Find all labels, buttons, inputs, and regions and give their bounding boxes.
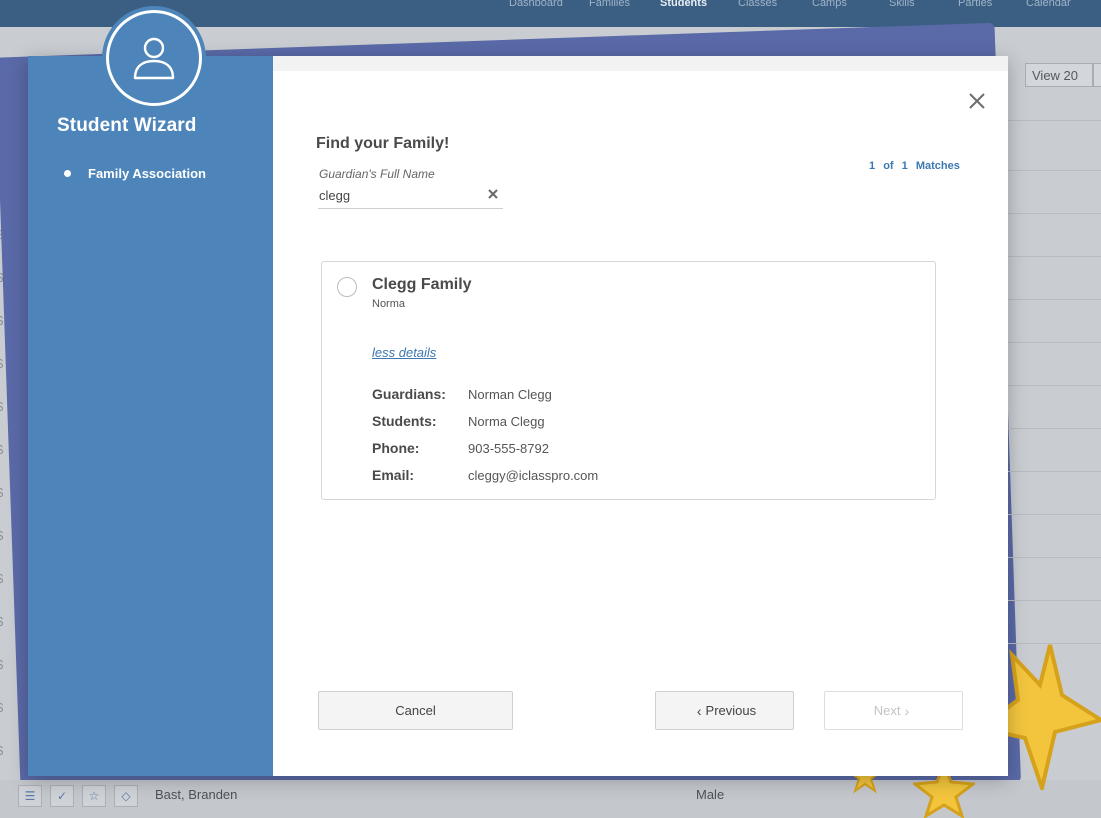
wizard-sidebar: Student Wizard Family Association (28, 10, 273, 776)
detail-value: cleggy@iclasspro.com (468, 468, 599, 483)
close-button[interactable] (965, 89, 989, 113)
nav-parties[interactable]: Parties (958, 0, 992, 9)
nav-students[interactable]: Students (660, 0, 707, 9)
clear-icon (488, 189, 498, 199)
match-label: Matches (915, 160, 960, 172)
view-count-select-edge[interactable] (1093, 63, 1101, 87)
close-icon (969, 93, 985, 109)
match-of: of (883, 160, 894, 172)
step-label: Family Association (88, 166, 206, 181)
student-wizard-modal: Student Wizard Family Association Find y… (28, 10, 1008, 776)
wizard-content: Find your Family! Guardian's Full Name 1… (273, 56, 1008, 776)
content-top-strip (273, 56, 1008, 71)
nav-classes[interactable]: Classes (738, 0, 777, 9)
row-dollar-icon[interactable]: $ (0, 442, 6, 457)
detail-key: Email: (372, 467, 415, 483)
cancel-button[interactable]: Cancel (318, 691, 513, 730)
nav-camps[interactable]: Camps (812, 0, 847, 9)
check-icon[interactable]: ✓ (50, 785, 74, 807)
nav-families[interactable]: Families (589, 0, 630, 9)
nav-calendar[interactable]: Calendar (1026, 0, 1071, 9)
nav-dashboard[interactable]: Dashboard (509, 0, 563, 9)
detail-key: Guardians: (372, 386, 446, 402)
detail-value: Norman Clegg (468, 387, 552, 402)
guardian-name-input[interactable] (318, 183, 503, 209)
row-dollar-icon[interactable]: $ (0, 614, 6, 629)
avatar (106, 10, 202, 106)
previous-button[interactable]: ‹ Previous (655, 691, 794, 730)
row-dollar-icon[interactable]: $ (0, 399, 6, 414)
row-dollar-icon[interactable]: $ (0, 657, 6, 672)
row-dollar-icon[interactable]: $ (0, 571, 6, 586)
wizard-title: Student Wizard (57, 115, 197, 136)
student-name[interactable]: Bast, Branden (155, 787, 237, 802)
chevron-left-icon: ‹ (696, 702, 702, 719)
view-count-select[interactable]: View 20 (1025, 63, 1093, 87)
guardian-name-label: Guardian's Full Name (319, 167, 435, 181)
list-icon[interactable]: ☰ (18, 785, 42, 807)
row-dollar-icon[interactable]: $ (0, 485, 6, 500)
nav-skills[interactable]: Skills (889, 0, 915, 9)
previous-label: Previous (705, 703, 757, 718)
cancel-label: Cancel (395, 703, 436, 718)
step-family-association: Family Association (64, 166, 206, 181)
next-label: Next (873, 703, 901, 718)
star-icon[interactable]: ☆ (82, 785, 106, 807)
family-subtitle: Norma (372, 298, 406, 310)
chevron-right-icon: › (904, 702, 910, 719)
student-gender: Male (696, 787, 725, 802)
step-active-dot-icon (64, 170, 71, 177)
detail-value: 903-555-8792 (468, 441, 549, 456)
row-dollar-icon[interactable]: $ (0, 700, 6, 715)
family-result-card[interactable]: Clegg Family Norma less details Guardian… (321, 261, 936, 500)
user-icon (133, 37, 175, 80)
less-details-link[interactable]: less details (372, 345, 436, 360)
family-name: Clegg Family (372, 276, 472, 293)
match-count: 1 of 1 Matches (869, 160, 965, 172)
detail-key: Phone: (372, 440, 420, 456)
find-family-heading: Find your Family! (316, 135, 450, 152)
clear-search-button[interactable] (486, 186, 500, 200)
row-dollar-icon[interactable]: $ (0, 743, 6, 758)
detail-value: Norma Clegg (468, 414, 545, 429)
row-dollar-icon[interactable]: $ (0, 528, 6, 543)
next-button[interactable]: Next › (824, 691, 963, 730)
match-total: 1 (901, 160, 908, 172)
family-select-radio[interactable] (337, 277, 357, 297)
tag-icon[interactable]: ◇ (114, 785, 138, 807)
match-current: 1 (869, 160, 876, 172)
detail-key: Students: (372, 413, 437, 429)
